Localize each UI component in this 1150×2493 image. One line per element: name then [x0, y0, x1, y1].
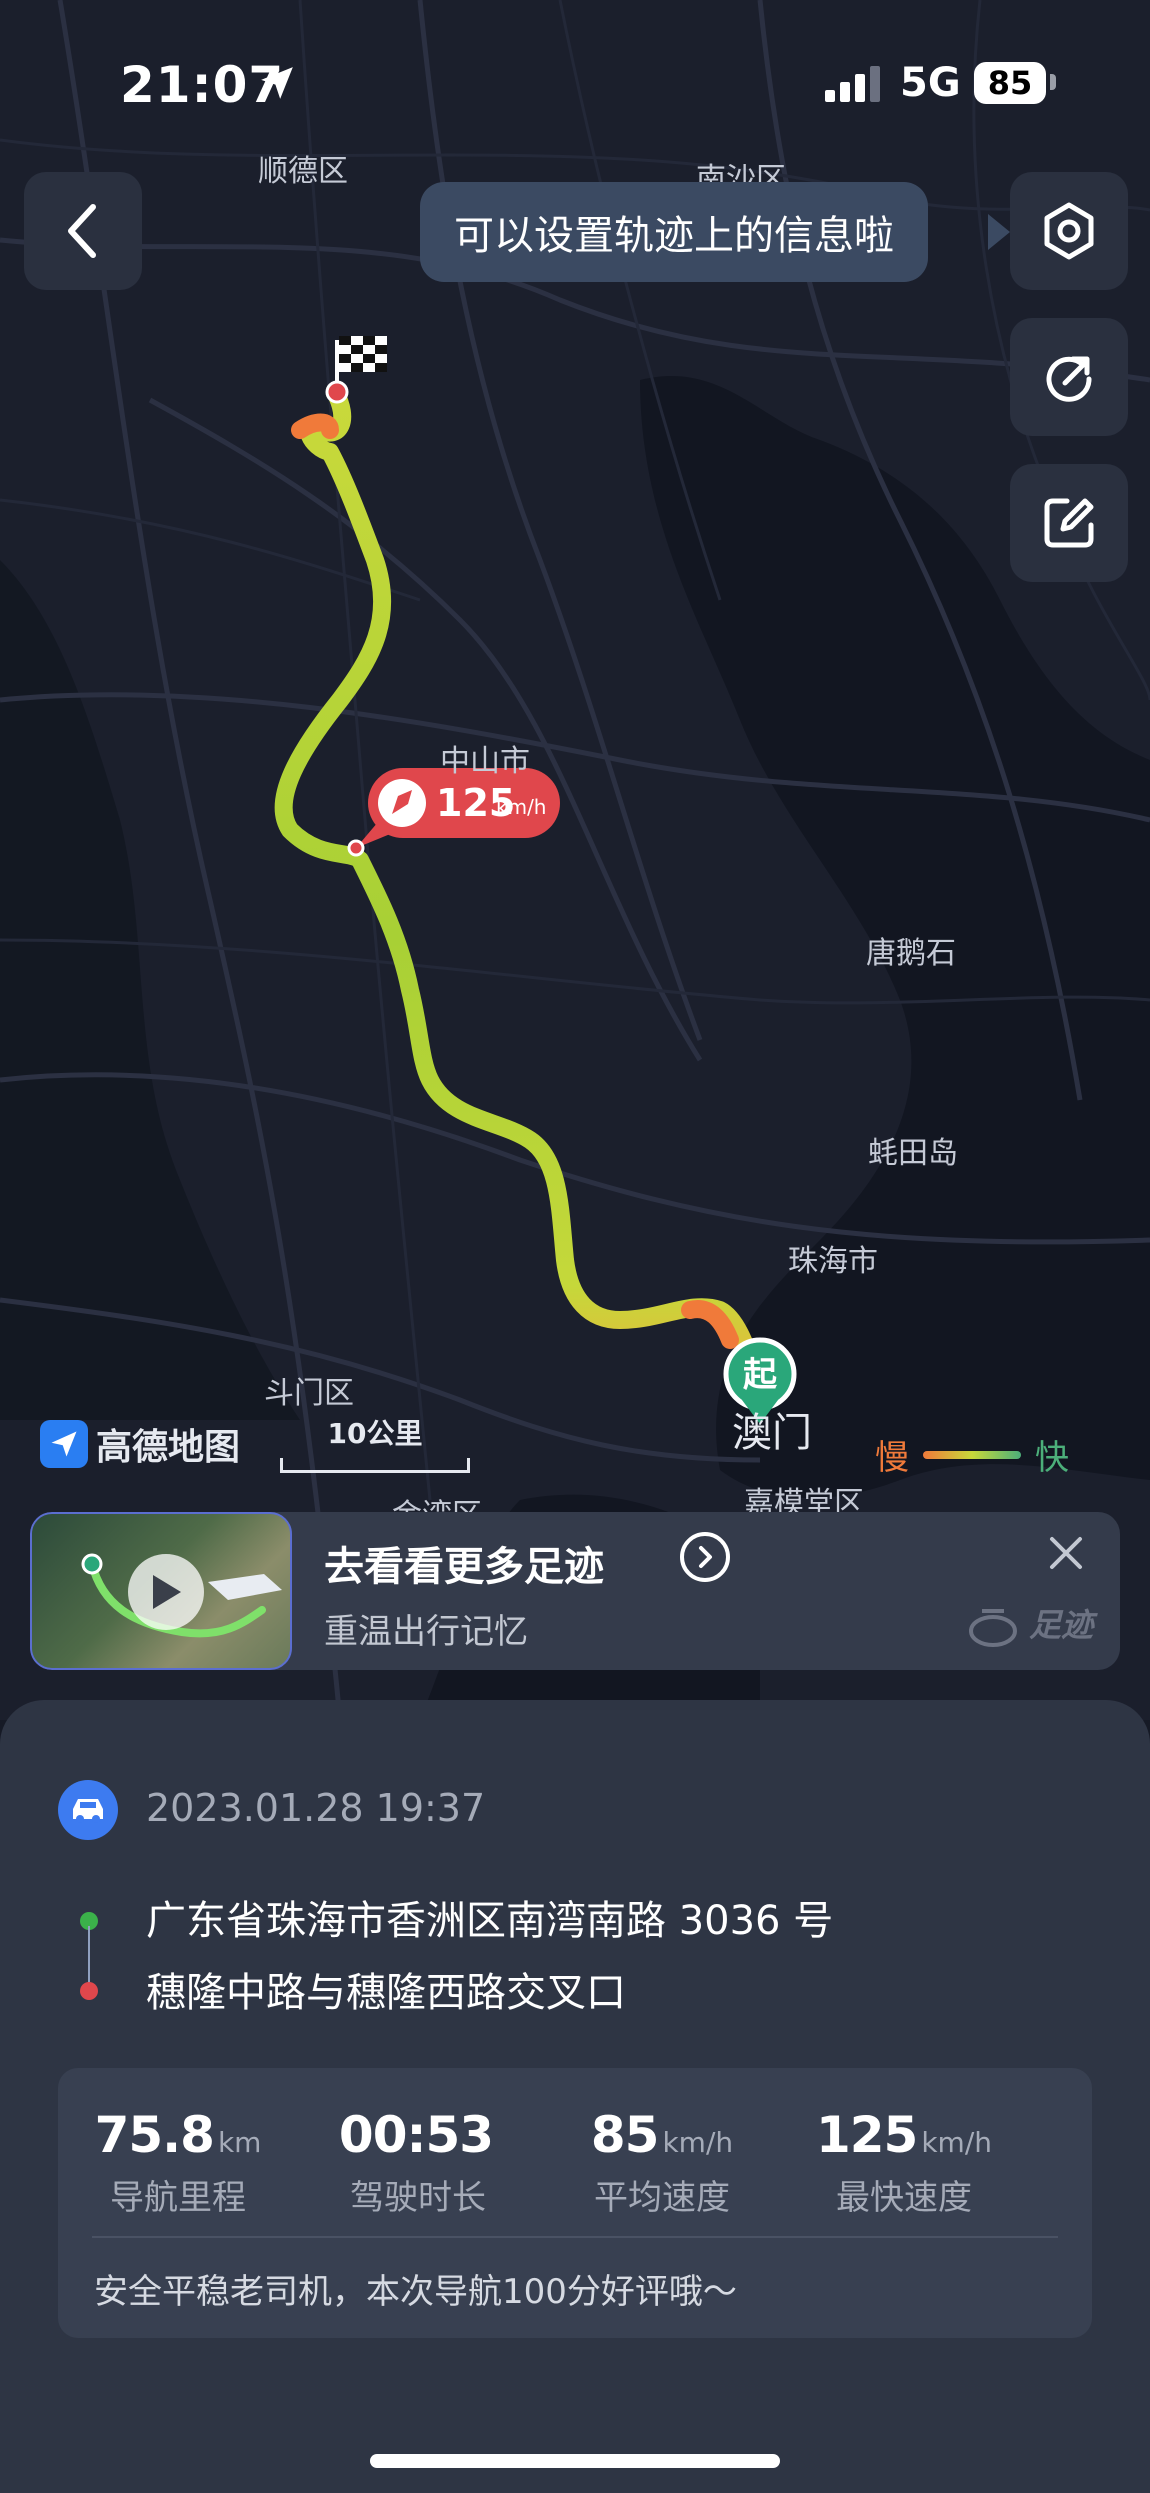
start-address: 广东省珠海市香洲区南湾南路 3036 号: [146, 1898, 834, 1944]
legend-fast: 快: [1035, 1438, 1069, 1478]
promo-subtitle: 重温出行记忆: [324, 1612, 528, 1652]
driver-comment: 安全平稳老司机，本次导航100分好评哦～: [94, 2272, 737, 2312]
stat-distance-value: 75.8: [94, 2106, 215, 2164]
stat-duration-label: 驾驶时长: [350, 2178, 486, 2218]
amap-logo: 高德地图: [40, 1418, 240, 1470]
stat-distance-unit: km: [217, 2126, 262, 2159]
play-icon: [153, 1575, 181, 1609]
stat-duration-value: 00:53: [338, 2106, 494, 2164]
map-label-zhuhai: 珠海市: [788, 1244, 878, 1279]
signal-icon: [825, 66, 880, 102]
edit-icon: [1044, 498, 1094, 548]
chevron-right-icon: [699, 1546, 712, 1568]
footprint-watermark: 足迹: [968, 1600, 1093, 1649]
map-label-haotiandao: 蚝田岛: [868, 1136, 958, 1171]
share-button[interactable]: [1010, 318, 1128, 436]
network-type: 5G: [900, 60, 961, 106]
amap-logo-icon: [40, 1420, 88, 1468]
end-dot: [80, 1982, 98, 2000]
tooltip-text: 可以设置轨迹上的信息啦: [454, 213, 894, 259]
car-icon: [58, 1780, 118, 1840]
stat-avg-speed-value: 85: [590, 2106, 660, 2164]
map-label-tangeshi: 唐鹅石: [866, 936, 956, 971]
amap-logo-text: 高德地图: [96, 1427, 241, 1468]
stat-max-speed-unit: km/h: [921, 2126, 993, 2159]
end-address: 穗隆中路与穗隆西路交叉口: [146, 1970, 626, 2016]
share-icon: [1046, 356, 1092, 402]
map-label-doumen: 斗门区: [264, 1376, 354, 1411]
route-slow-segment: [291, 413, 339, 439]
battery-icon: 85: [974, 62, 1046, 104]
map-scale: 10公里: [280, 1412, 470, 1473]
close-icon: [1050, 1537, 1082, 1569]
promo-go-button[interactable]: [680, 1532, 730, 1582]
back-button[interactable]: [24, 172, 142, 290]
footprint-watermark-icon: [969, 1609, 1017, 1647]
map-label-macau: 澳门: [732, 1410, 812, 1456]
location-arrow-icon: [261, 67, 293, 99]
stat-max-speed-value: 125: [815, 2106, 918, 2164]
stat-distance: 75.8 km 导航里程: [58, 2106, 298, 2219]
chevron-left-icon: [68, 204, 96, 258]
promo-thumbnail[interactable]: [30, 1512, 292, 1670]
footprint-watermark-text: 足迹: [1029, 1606, 1094, 1644]
max-speed-unit: km/h: [496, 795, 546, 819]
stat-max-speed-label: 最快速度: [836, 2178, 972, 2218]
start-marker-label: 起: [743, 1355, 778, 1395]
speed-legend: 慢 快: [875, 1430, 1069, 1479]
map-label-zhongshan: 中山市: [440, 744, 530, 779]
status-bar: 21:07 5G 85: [0, 0, 1150, 170]
legend-slow: 慢: [875, 1438, 909, 1478]
stats-divider: [92, 2236, 1058, 2238]
stat-distance-label: 导航里程: [110, 2178, 246, 2218]
play-button[interactable]: [128, 1554, 204, 1630]
trip-stats-card: 75.8 km 导航里程 00:53 驾驶时长 85 km/h 平均速度 125 km…: [58, 2068, 1092, 2338]
stat-duration: 00:53 驾驶时长: [298, 2106, 538, 2219]
promo-close-button[interactable]: [1048, 1532, 1084, 1581]
stat-avg-speed: 85 km/h 平均速度: [542, 2106, 782, 2219]
home-indicator[interactable]: [370, 2454, 780, 2468]
tooltip-tail: [988, 214, 1010, 250]
stat-avg-speed-unit: km/h: [662, 2126, 734, 2159]
legend-gradient: [923, 1450, 1021, 1459]
route-connector: [88, 1926, 90, 1990]
promo-title[interactable]: 去看看更多足迹: [324, 1534, 604, 1592]
edit-button[interactable]: [1010, 464, 1128, 582]
map-scale-label: 10公里: [327, 1417, 423, 1450]
map-scale-bar: [280, 1458, 470, 1473]
trip-datetime: 2023.01.28 19:37: [146, 1786, 486, 1830]
trip-summary-sheet: 2023.01.28 19:37 广东省珠海市香洲区南湾南路 3036 号 穗隆…: [0, 1700, 1150, 2493]
settings-button[interactable]: [1010, 172, 1128, 290]
hexagon-settings-icon: [1044, 202, 1094, 260]
stat-max-speed: 125 km/h 最快速度: [784, 2106, 1024, 2219]
footprint-promo-banner[interactable]: 去看看更多足迹 重温出行记忆 足迹: [30, 1512, 1120, 1670]
battery-tip: [1050, 74, 1056, 90]
settings-tooltip: 可以设置轨迹上的信息啦: [420, 182, 928, 282]
stat-avg-speed-label: 平均速度: [594, 2178, 730, 2218]
